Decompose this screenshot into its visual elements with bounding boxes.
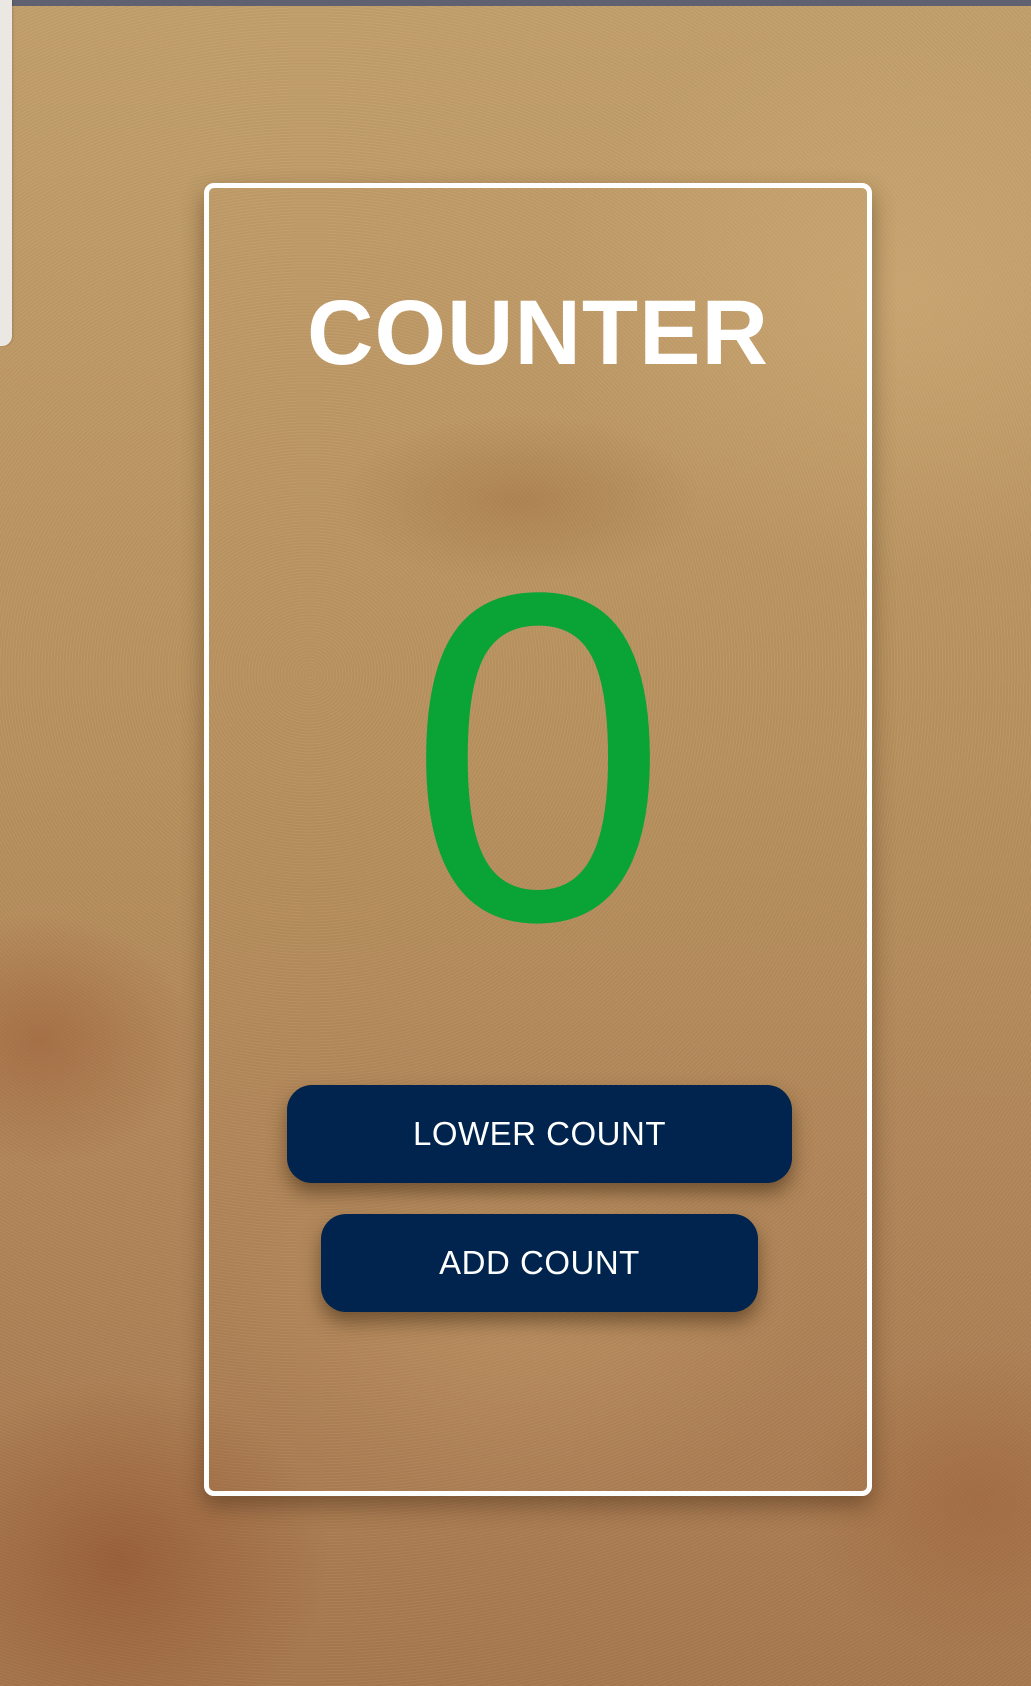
add-count-button[interactable]: ADD COUNT — [321, 1214, 758, 1312]
lower-count-button[interactable]: LOWER COUNT — [287, 1085, 792, 1183]
browser-top-bar — [0, 0, 1031, 6]
count-value: 0 — [407, 496, 669, 1019]
side-drawer-handle[interactable] — [0, 0, 12, 346]
counter-title: COUNTER — [307, 282, 769, 384]
counter-card: COUNTER 0 LOWER COUNT ADD COUNT — [204, 183, 872, 1496]
